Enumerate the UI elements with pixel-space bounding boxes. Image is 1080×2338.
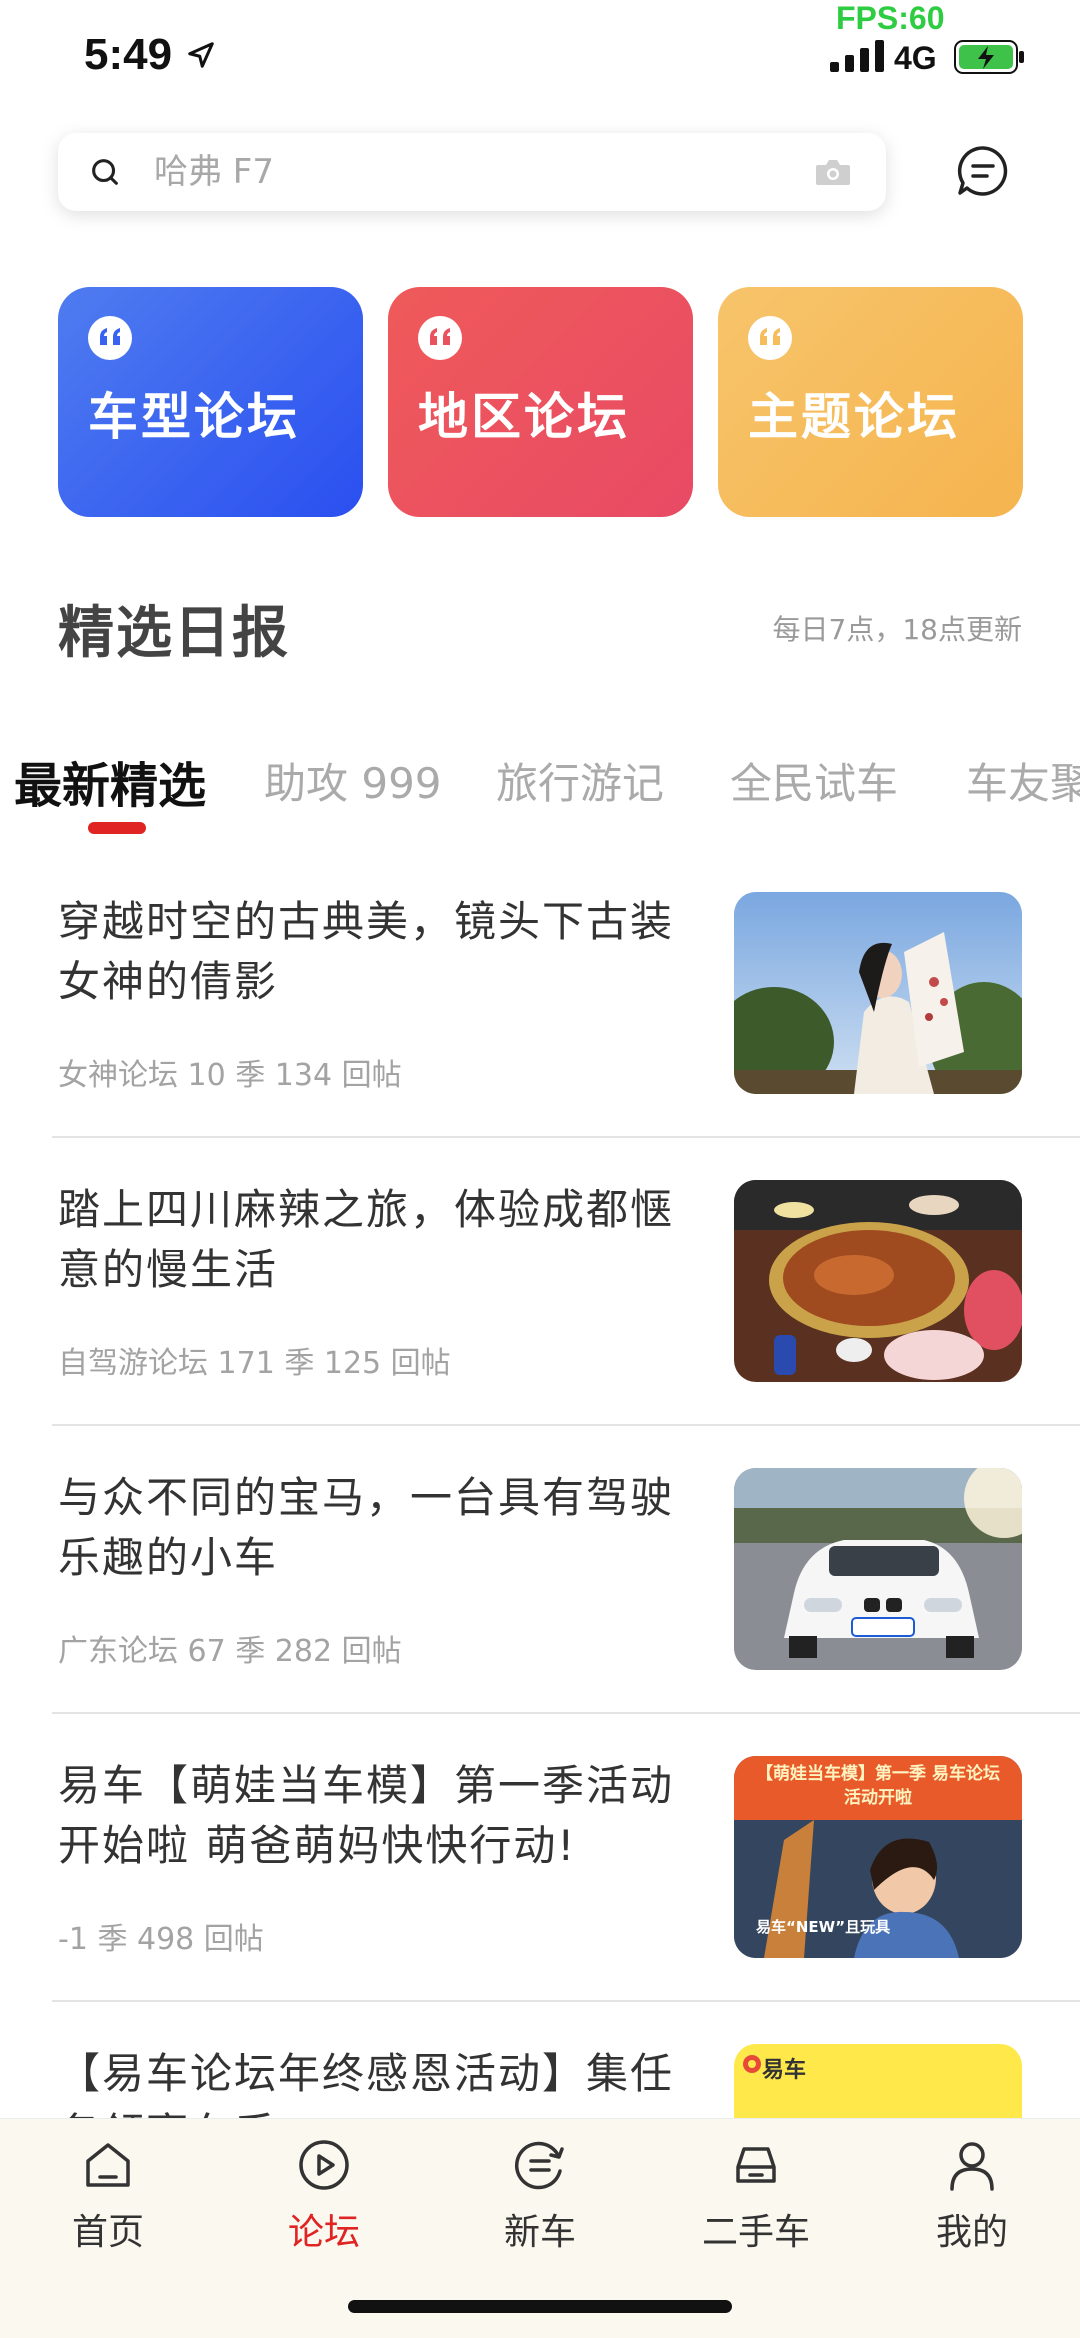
article-meta: 自驾游论坛 171 季 125 回帖: [58, 1346, 451, 1381]
section-title: 精选日报: [58, 601, 290, 666]
article-thumbnail: 【萌娃当车模】第一季 易车论坛活动开啦 易车“NEW”且玩具: [734, 1756, 1022, 1958]
quote-icon: [418, 316, 462, 360]
home-indicator: [348, 2300, 732, 2313]
forum-card-label: 车型论坛: [88, 388, 300, 446]
tab-assist-999[interactable]: 助攻 999: [264, 750, 442, 811]
search-input[interactable]: 哈弗 F7: [154, 133, 274, 211]
active-tab-indicator: [88, 822, 146, 834]
status-time: 5:49: [84, 30, 173, 79]
nav-label: 二手车: [701, 2212, 810, 2253]
message-icon[interactable]: [955, 143, 1011, 199]
battery-icon: [954, 40, 1024, 74]
nav-used-car[interactable]: 二手车: [648, 2119, 864, 2269]
article-item[interactable]: 与众不同的宝马，一台具有驾驶乐趣的小车 广东论坛 67 季 282 回帖: [0, 1468, 1080, 1756]
yiche-logo-text: 易车: [762, 2058, 807, 2083]
article-meta: 女神论坛 10 季 134 回帖: [58, 1058, 402, 1093]
nav-label: 我的: [935, 2212, 1008, 2253]
article-title: 踏上四川麻辣之旅，体验成都惬意的慢生活: [58, 1185, 675, 1294]
nav-forum[interactable]: 论坛: [216, 2119, 432, 2269]
article-title: 穿越时空的古典美，镜头下古装女神的倩影: [58, 897, 675, 1006]
woman-photo-image: [734, 892, 1022, 1094]
article-item[interactable]: 易车【萌娃当车模】第一季活动开始啦 萌爸萌妈快快行动! -1 季 498 回帖 …: [0, 1756, 1080, 2044]
forum-card-topic[interactable]: 主题论坛: [718, 287, 1023, 517]
article-thumbnail: [734, 892, 1022, 1094]
search-icon: [92, 159, 118, 185]
signal-icon: [830, 40, 884, 72]
divider: [52, 1712, 1080, 1714]
article-title: 与众不同的宝马，一台具有驾驶乐趣的小车: [58, 1473, 675, 1582]
network-type: 4G: [894, 40, 937, 76]
nav-profile[interactable]: 我的: [864, 2119, 1080, 2269]
divider: [52, 1424, 1080, 1426]
article-meta: -1 季 498 回帖: [58, 1922, 264, 1957]
thumb-caption-text: 易车“NEW”且玩具: [756, 1918, 891, 1936]
category-tabs: 最新精选 助攻 999 旅行游记 全民试车 车友聚: [14, 750, 1080, 840]
bmw-car-photo-image: [734, 1468, 1022, 1670]
new-car-icon: [514, 2141, 564, 2190]
divider: [52, 1136, 1080, 1138]
nav-label: 论坛: [287, 2212, 360, 2253]
nav-label: 首页: [71, 2212, 144, 2253]
article-item[interactable]: 穿越时空的古典美，镜头下古装女神的倩影 女神论坛 10 季 134 回帖: [0, 892, 1080, 1180]
play-circle-icon: [299, 2140, 349, 2190]
section-subtitle: 每日7点，18点更新: [772, 613, 1022, 646]
tab-travel[interactable]: 旅行游记: [496, 750, 664, 811]
used-car-icon: [736, 2147, 776, 2183]
quote-icon: [748, 316, 792, 360]
article-thumbnail: [734, 1180, 1022, 1382]
quote-icon: [88, 316, 132, 360]
article-item[interactable]: 踏上四川麻辣之旅，体验成都惬意的慢生活 自驾游论坛 171 季 125 回帖: [0, 1180, 1080, 1468]
fps-counter: FPS:60: [836, 0, 945, 36]
profile-icon: [950, 2142, 994, 2191]
tab-latest[interactable]: 最新精选: [14, 750, 206, 816]
location-arrow-icon: [188, 42, 214, 68]
tab-test-drive[interactable]: 全民试车: [730, 750, 898, 811]
search-bar[interactable]: 哈弗 F7: [58, 133, 886, 211]
hotpot-photo-image: [734, 1180, 1022, 1382]
child-photo-image: [734, 1820, 1022, 1958]
yiche-logo-icon: [743, 2055, 761, 2073]
forum-card-region[interactable]: 地区论坛: [388, 287, 693, 517]
nav-label: 新车: [503, 2212, 576, 2253]
article-title: 易车【萌娃当车模】第一季活动开始啦 萌爸萌妈快快行动!: [58, 1761, 675, 1870]
nav-home[interactable]: 首页: [0, 2119, 216, 2269]
camera-icon[interactable]: [814, 157, 852, 187]
article-thumbnail: [734, 1468, 1022, 1670]
thumb-banner-text: 【萌娃当车模】第一季 易车论坛活动开啦: [756, 1764, 1000, 1808]
home-icon: [86, 2143, 130, 2187]
tab-car-meetup[interactable]: 车友聚: [966, 750, 1080, 811]
nav-new-car[interactable]: 新车: [432, 2119, 648, 2269]
status-bar: 5:49 FPS:60 4G: [0, 0, 1080, 110]
forum-card-label: 地区论坛: [418, 388, 630, 446]
article-meta: 广东论坛 67 季 282 回帖: [58, 1634, 402, 1669]
forum-card-model[interactable]: 车型论坛: [58, 287, 363, 517]
divider: [52, 2000, 1080, 2002]
forum-card-label: 主题论坛: [748, 388, 960, 446]
